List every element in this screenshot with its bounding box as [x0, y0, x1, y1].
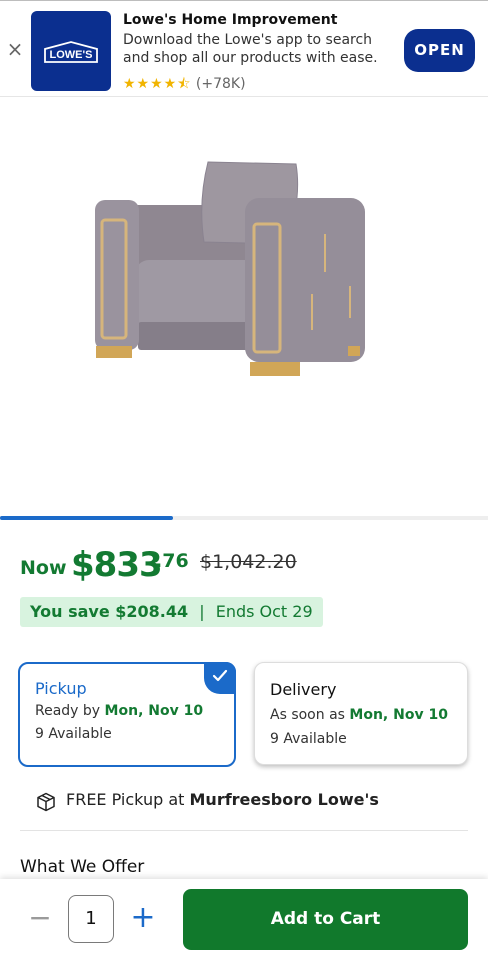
pickup-ready-prefix: Ready by	[35, 703, 101, 719]
product-image[interactable]	[80, 150, 380, 385]
app-install-banner: × LOWE'S Lowe's Home Improvement Downloa…	[0, 0, 488, 97]
divider	[20, 830, 468, 831]
delivery-eta-line: As soon as Mon, Nov 10	[270, 707, 448, 723]
savings-end-date: Ends Oct 29	[215, 602, 313, 621]
free-pickup-prefix: FREE Pickup at	[66, 790, 185, 809]
svg-text:LOWE'S: LOWE'S	[50, 49, 93, 61]
delivery-eta-date: Mon, Nov 10	[349, 707, 448, 723]
quantity-input[interactable]: 1	[68, 895, 114, 943]
store-pickup-info: FREE Pickup at Murfreesboro Lowe's	[36, 790, 379, 812]
box-icon	[37, 792, 55, 812]
delivery-option-card[interactable]: Delivery As soon as Mon, Nov 10 9 Availa…	[254, 662, 468, 765]
savings-badge: You save $208.44 | Ends Oct 29	[20, 597, 323, 627]
store-name[interactable]: Murfreesboro Lowe's	[190, 790, 379, 809]
chair-base	[138, 322, 260, 350]
delivery-title: Delivery	[270, 680, 337, 699]
banner-app-title: Lowe's Home Improvement	[123, 12, 338, 28]
logo-house-shape: LOWE'S	[44, 41, 98, 63]
increase-quantity-button[interactable]: +	[128, 901, 158, 935]
banner-description: Download the Lowe's app to search and sh…	[123, 32, 378, 66]
check-icon	[212, 669, 228, 682]
current-price: $833	[71, 545, 163, 585]
pickup-ready-line: Ready by Mon, Nov 10	[35, 703, 203, 719]
current-price-cents: .76	[155, 550, 189, 572]
open-app-button[interactable]: OPEN	[404, 29, 475, 72]
pickup-option-card[interactable]: Pickup Ready by Mon, Nov 10 9 Available	[18, 662, 236, 767]
chair-foot	[348, 346, 360, 356]
selected-badge	[204, 662, 236, 694]
image-carousel-progress	[0, 516, 488, 520]
star-rating-icon: ★★★★⯪	[123, 76, 192, 92]
chair-foot	[250, 362, 300, 376]
lowes-logo: LOWE'S	[31, 11, 111, 91]
delivery-eta-prefix: As soon as	[270, 707, 345, 723]
banner-rating: ★★★★⯪ (+78K)	[123, 73, 246, 97]
delivery-availability: 9 Available	[270, 731, 347, 747]
chair-foot	[96, 346, 132, 358]
now-label: Now	[20, 557, 67, 579]
add-to-cart-button[interactable]: Add to Cart	[183, 889, 468, 950]
close-icon[interactable]: ×	[6, 37, 24, 61]
savings-amount: You save $208.44	[30, 602, 189, 621]
add-to-cart-bar: − 1 + Add to Cart	[0, 879, 488, 960]
original-price: $1,042.20	[200, 551, 297, 573]
carousel-progress-fill	[0, 516, 174, 520]
decrease-quantity-button[interactable]: −	[28, 903, 52, 933]
pickup-title: Pickup	[35, 679, 87, 698]
savings-separator: |	[199, 602, 205, 621]
what-we-offer-heading: What We Offer	[20, 857, 145, 877]
pickup-ready-date: Mon, Nov 10	[104, 703, 204, 719]
pickup-availability: 9 Available	[35, 726, 112, 742]
rating-count: (+78K)	[195, 76, 246, 92]
